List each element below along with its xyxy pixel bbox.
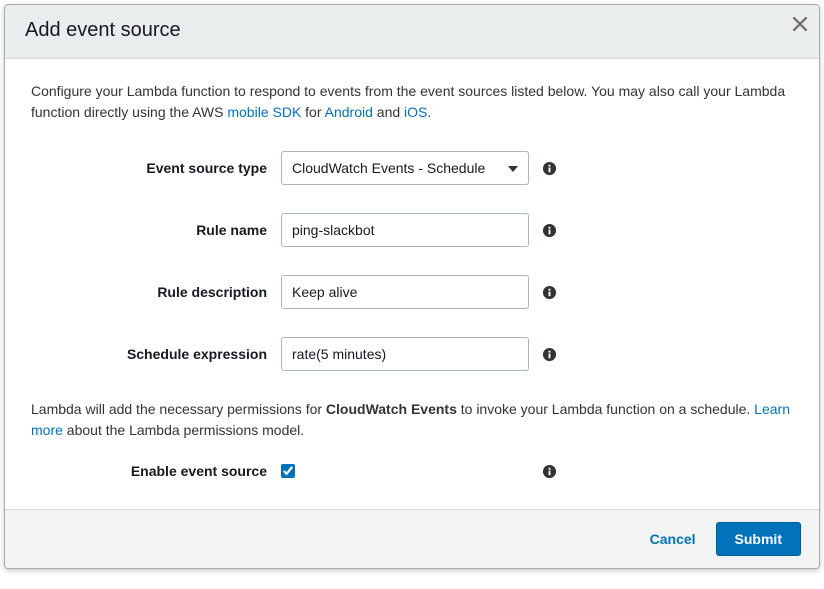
event-source-type-select[interactable]: CloudWatch Events - Schedule bbox=[281, 151, 529, 185]
label-schedule-expression: Schedule expression bbox=[31, 346, 281, 362]
row-rule-description: Rule description bbox=[31, 275, 793, 309]
label-rule-description: Rule description bbox=[31, 284, 281, 300]
label-enable-event-source: Enable event source bbox=[31, 463, 281, 479]
caret-down-icon bbox=[508, 159, 518, 177]
intro-text: Configure your Lambda function to respon… bbox=[31, 81, 793, 123]
row-enable-event-source: Enable event source bbox=[31, 463, 793, 479]
info-icon[interactable] bbox=[541, 160, 557, 176]
info-icon[interactable] bbox=[541, 463, 557, 479]
add-event-source-modal: Add event source Configure your Lambda f… bbox=[4, 4, 820, 569]
modal-title: Add event source bbox=[25, 19, 799, 42]
modal-body: Configure your Lambda function to respon… bbox=[5, 59, 819, 509]
submit-button[interactable]: Submit bbox=[716, 522, 801, 556]
close-icon[interactable] bbox=[793, 13, 807, 35]
enable-event-source-checkbox[interactable] bbox=[281, 464, 295, 478]
android-link[interactable]: Android bbox=[325, 104, 373, 120]
permissions-text: Lambda will add the necessary permission… bbox=[31, 399, 793, 441]
cancel-button[interactable]: Cancel bbox=[644, 523, 702, 555]
modal-footer: Cancel Submit bbox=[5, 509, 819, 568]
row-event-source-type: Event source type CloudWatch Events - Sc… bbox=[31, 151, 793, 185]
rule-name-input[interactable] bbox=[281, 213, 529, 247]
info-icon[interactable] bbox=[541, 346, 557, 362]
ios-link[interactable]: iOS bbox=[404, 104, 427, 120]
info-icon[interactable] bbox=[541, 284, 557, 300]
mobile-sdk-link[interactable]: mobile SDK bbox=[227, 104, 301, 120]
info-icon[interactable] bbox=[541, 222, 557, 238]
row-schedule-expression: Schedule expression bbox=[31, 337, 793, 371]
schedule-expression-input[interactable] bbox=[281, 337, 529, 371]
label-event-source-type: Event source type bbox=[31, 160, 281, 176]
modal-header: Add event source bbox=[5, 5, 819, 59]
rule-description-input[interactable] bbox=[281, 275, 529, 309]
label-rule-name: Rule name bbox=[31, 222, 281, 238]
row-rule-name: Rule name bbox=[31, 213, 793, 247]
